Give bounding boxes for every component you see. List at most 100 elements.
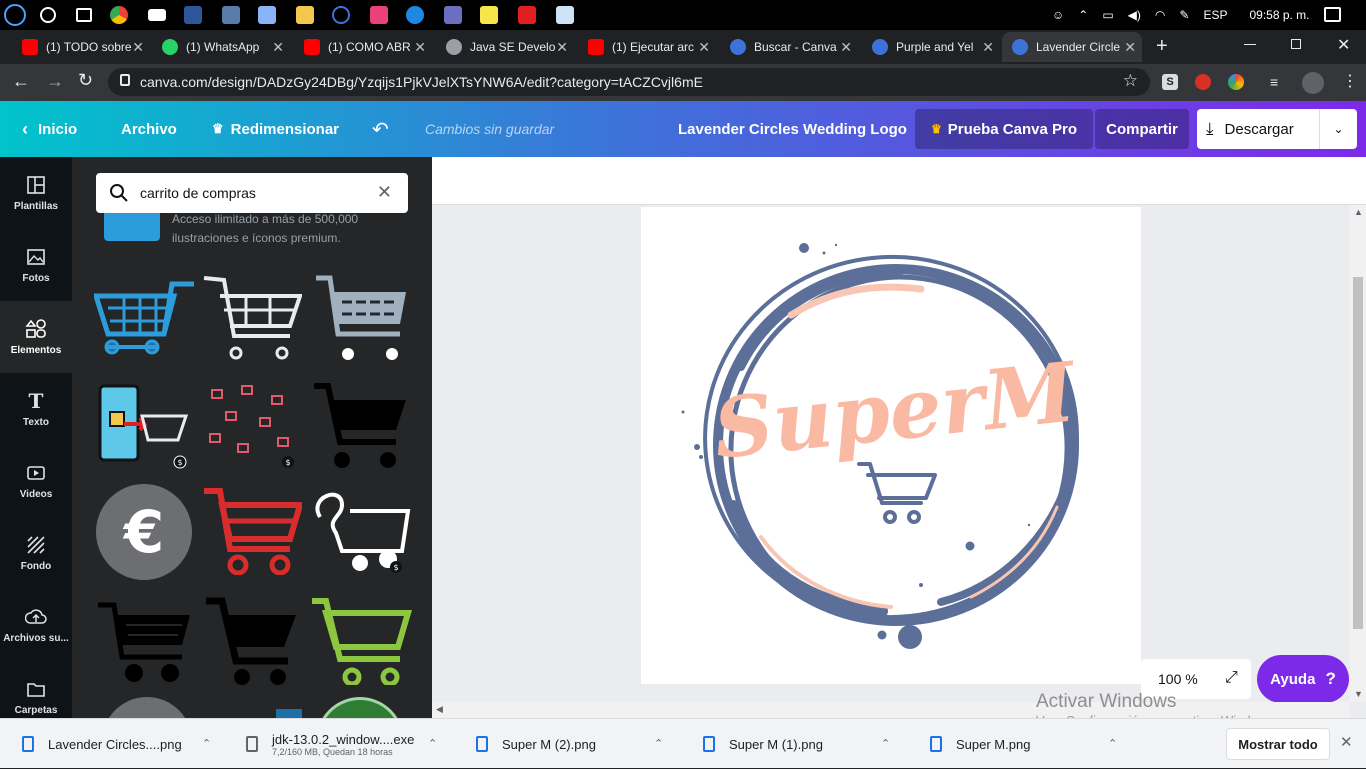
rail-elements[interactable]: Elementos xyxy=(0,301,72,373)
cart-graphic-outline-white[interactable] xyxy=(202,274,303,362)
task-view-icon[interactable] xyxy=(76,8,92,22)
reload-icon[interactable]: ↻ xyxy=(78,70,93,91)
media-controls-icon[interactable]: ≡ xyxy=(1270,74,1278,90)
close-download-shelf-icon[interactable]: ✕ xyxy=(1340,733,1353,751)
download-item[interactable]: Lavender Circles....png ⌃ xyxy=(22,719,222,769)
fullscreen-icon[interactable]: ⤢ xyxy=(1225,669,1238,687)
scroll-up-arrow-icon[interactable]: ▲ xyxy=(1354,207,1363,217)
close-tab-icon[interactable]: ✕ xyxy=(840,39,852,56)
clear-search-icon[interactable]: ✕ xyxy=(377,182,392,203)
browser-tab[interactable]: (1) TODO sobre ✕ xyxy=(12,32,150,62)
browser-tab[interactable]: Java SE Develo ✕ xyxy=(436,32,574,62)
bookmark-star-icon[interactable]: ☆ xyxy=(1123,71,1138,91)
wifi-icon[interactable]: ◠ xyxy=(1155,8,1165,22)
cortana-circle-icon[interactable] xyxy=(40,7,56,23)
rail-videos[interactable]: Videos xyxy=(0,445,72,517)
resize-button[interactable]: ♛ Redimensionar xyxy=(212,101,339,157)
action-center-icon[interactable] xyxy=(1324,7,1341,22)
download-button[interactable]: ⤓ Descargar ⌄ xyxy=(1197,109,1357,149)
download-item[interactable]: Super M (2).png ⌃ xyxy=(476,719,676,769)
adblock-icon[interactable] xyxy=(1195,74,1211,90)
scroll-down-arrow-icon[interactable]: ▼ xyxy=(1354,689,1363,699)
app-taskbar-icon-2[interactable] xyxy=(258,6,276,24)
logo-artwork[interactable]: SuperM xyxy=(641,207,1141,684)
minimize-window-icon[interactable] xyxy=(1244,44,1256,45)
browser-tab[interactable]: (1) COMO ABR ✕ xyxy=(294,32,432,62)
url-field[interactable]: canva.com/design/DADzGy24DBg/Yzqijs1PjkV… xyxy=(108,68,1150,96)
download-options-icon[interactable]: ⌃ xyxy=(202,737,211,750)
back-icon[interactable]: ← xyxy=(12,71,30,92)
close-tab-icon[interactable]: ✕ xyxy=(414,39,426,56)
language-indicator[interactable]: ESP xyxy=(1203,8,1227,22)
design-title[interactable]: Lavender Circles Wedding Logo xyxy=(678,101,907,157)
rail-templates[interactable]: Plantillas xyxy=(0,157,72,229)
restore-window-icon[interactable] xyxy=(1291,39,1301,49)
download-item[interactable]: Super M (1).png ⌃ xyxy=(703,719,903,769)
rail-uploads[interactable]: Archivos su... xyxy=(0,589,72,661)
scrollbar-thumb[interactable] xyxy=(1353,277,1363,629)
vertical-scrollbar[interactable]: ▲ ▼ xyxy=(1350,205,1366,702)
download-item[interactable]: Super M.png ⌃ xyxy=(930,719,1130,769)
pen-icon[interactable]: ✎ xyxy=(1179,8,1189,22)
close-window-icon[interactable]: ✕ xyxy=(1337,35,1350,55)
app-taskbar-icon-1[interactable] xyxy=(222,6,240,24)
cart-graphic-blue[interactable] xyxy=(92,274,194,362)
tray-chevron-icon[interactable]: ⌃ xyxy=(1078,8,1088,22)
profile-avatar[interactable] xyxy=(1302,72,1324,94)
share-button[interactable]: Compartir xyxy=(1095,109,1189,149)
browser-tab[interactable]: Buscar - Canva ✕ xyxy=(720,32,858,62)
close-tab-icon[interactable]: ✕ xyxy=(132,39,144,56)
download-item[interactable]: jdk-13.0.2_window....exe 7,2/160 MB, Que… xyxy=(246,719,446,769)
file-menu-button[interactable]: Archivo xyxy=(121,101,177,157)
euro-coin-graphic[interactable]: € xyxy=(94,484,194,580)
rail-background[interactable]: Fondo xyxy=(0,517,72,589)
notepad-taskbar-icon[interactable] xyxy=(556,6,574,24)
browser-tab[interactable]: (1) WhatsApp ✕ xyxy=(152,32,290,62)
download-options-icon[interactable]: ⌃ xyxy=(654,737,663,750)
sticky-notes-taskbar-icon[interactable] xyxy=(480,6,498,24)
acrobat-taskbar-icon[interactable] xyxy=(518,6,536,24)
new-tab-icon[interactable]: + xyxy=(1156,35,1168,58)
show-all-downloads-button[interactable]: Mostrar todo xyxy=(1226,728,1330,760)
extension-s-icon[interactable]: S xyxy=(1162,74,1178,90)
logo-wordmark[interactable]: SuperM xyxy=(709,344,1082,478)
cart-graphic-blue-partial[interactable] xyxy=(276,709,302,718)
rail-photos[interactable]: Fotos xyxy=(0,229,72,301)
search-input[interactable]: carrito de compras ✕ xyxy=(96,173,408,213)
download-options-chevron-icon[interactable]: ⌄ xyxy=(1319,109,1357,149)
coin-graphic-partial[interactable] xyxy=(102,697,192,718)
cart-graphic-black-bold[interactable] xyxy=(202,597,302,685)
app-taskbar-icon-5[interactable] xyxy=(444,6,462,24)
edge-taskbar-icon[interactable] xyxy=(406,6,424,24)
download-options-icon[interactable]: ⌃ xyxy=(428,737,437,750)
clock[interactable]: 09:58 p. m. xyxy=(1249,8,1309,22)
cart-graphic-red[interactable] xyxy=(202,487,305,576)
chrome-taskbar-icon[interactable] xyxy=(110,6,128,24)
scroll-left-arrow-icon[interactable]: ◀ xyxy=(436,704,443,715)
cart-graphic-sketch[interactable]: $ xyxy=(312,487,412,575)
close-tab-icon[interactable]: ✕ xyxy=(698,39,710,56)
download-options-icon[interactable]: ⌃ xyxy=(881,737,890,750)
close-tab-icon[interactable]: ✕ xyxy=(272,39,284,56)
cart-graphic-black-lines[interactable] xyxy=(94,597,194,685)
close-tab-icon[interactable]: ✕ xyxy=(556,39,568,56)
file-explorer-taskbar-icon[interactable] xyxy=(296,6,314,24)
people-icon[interactable]: ☺ xyxy=(1052,8,1064,22)
browser-tab-active[interactable]: Lavender Circle ✕ xyxy=(1002,32,1142,62)
download-options-icon[interactable]: ⌃ xyxy=(1108,737,1117,750)
phone-cart-graphic[interactable]: $ xyxy=(94,382,194,470)
network-icon[interactable]: ▭ xyxy=(1102,8,1113,22)
close-tab-icon[interactable]: ✕ xyxy=(982,39,994,56)
browser-menu-icon[interactable]: ⋮ xyxy=(1342,71,1358,91)
try-pro-button[interactable]: ♛ Prueba Canva Pro xyxy=(915,109,1093,149)
word-taskbar-icon[interactable] xyxy=(184,6,202,24)
home-button[interactable]: ‹ Inicio xyxy=(22,101,77,157)
cart-pattern-graphic[interactable]: $ xyxy=(202,382,302,470)
cart-graphic-gray[interactable] xyxy=(312,274,412,362)
app-taskbar-icon-3[interactable] xyxy=(332,6,350,24)
start-biohazard-icon[interactable] xyxy=(4,4,26,26)
extension-color-icon[interactable] xyxy=(1228,74,1244,90)
forward-icon[interactable]: → xyxy=(46,71,64,92)
design-page[interactable]: SuperM xyxy=(641,207,1141,684)
browser-tab[interactable]: Purple and Yel ✕ xyxy=(862,32,1000,62)
